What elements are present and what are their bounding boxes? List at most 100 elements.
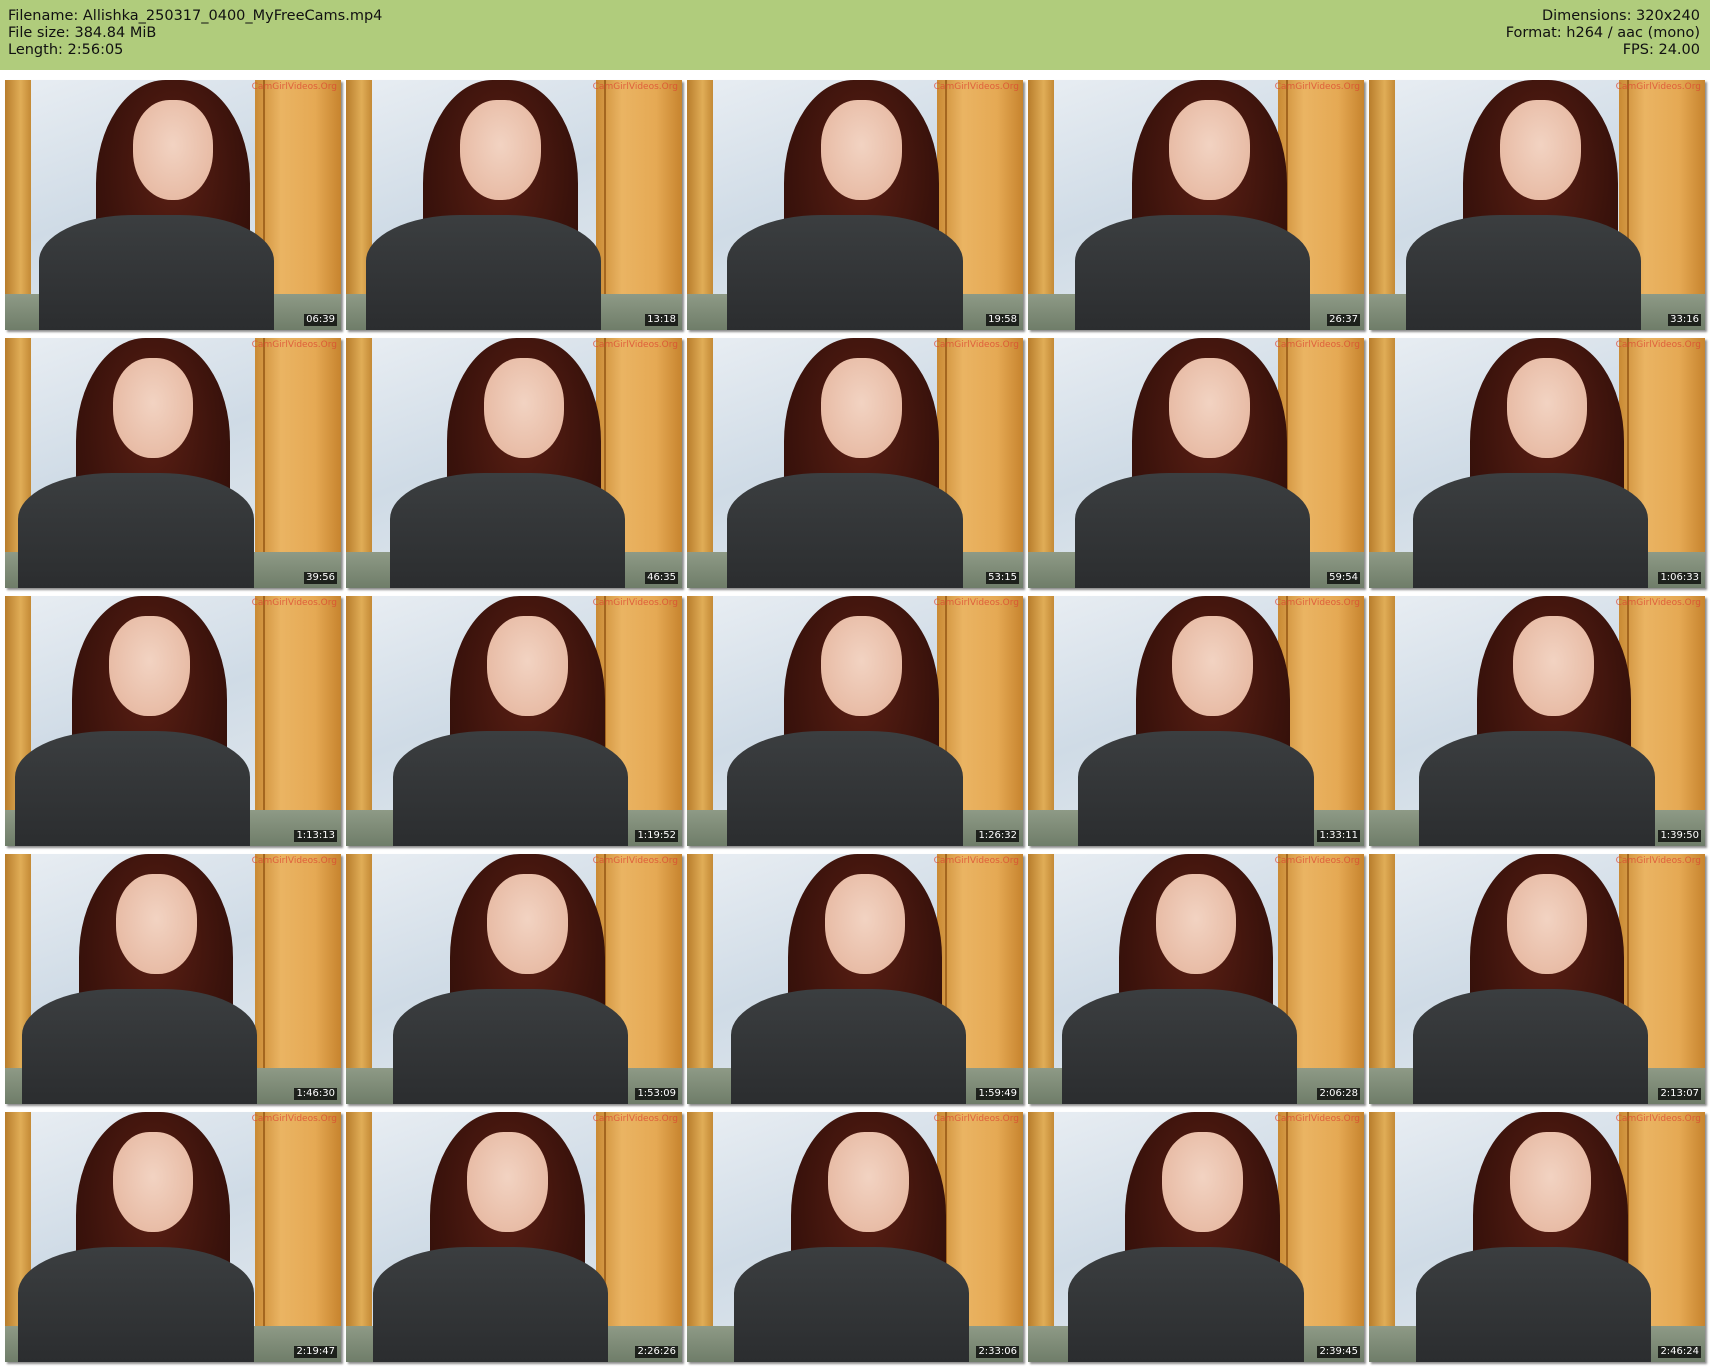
timestamp-label: 06:39 — [304, 314, 337, 326]
door-left — [1369, 854, 1395, 1104]
person-body — [393, 731, 629, 846]
person-face — [824, 874, 906, 974]
watermark-text: CamGirlVideos.Org — [933, 856, 1019, 866]
video-thumbnail: CamGirlVideos.Org 2:26:26 — [346, 1112, 682, 1362]
person-face — [109, 616, 190, 716]
person-face — [112, 358, 194, 458]
door-left — [346, 1112, 372, 1362]
person-body — [730, 989, 966, 1104]
timestamp-label: 59:54 — [1327, 572, 1360, 584]
person-face — [483, 358, 565, 458]
video-thumbnail: CamGirlVideos.Org 1:59:49 — [687, 854, 1023, 1104]
watermark-text: CamGirlVideos.Org — [933, 598, 1019, 608]
format-text: Format: h264 / aac (mono) — [1505, 25, 1700, 41]
person-body — [727, 473, 963, 588]
video-thumbnail: CamGirlVideos.Org 1:13:13 — [5, 596, 341, 846]
timestamp-label: 1:59:49 — [976, 1088, 1019, 1100]
person-body — [1075, 215, 1311, 330]
watermark-text: CamGirlVideos.Org — [1274, 598, 1360, 608]
watermark-text: CamGirlVideos.Org — [1274, 82, 1360, 92]
watermark-text: CamGirlVideos.Org — [933, 340, 1019, 350]
video-thumbnail: CamGirlVideos.Org 13:18 — [346, 80, 682, 330]
timestamp-label: 1:53:09 — [635, 1088, 678, 1100]
watermark-text: CamGirlVideos.Org — [251, 1114, 337, 1124]
person-body — [727, 215, 963, 330]
watermark-text: CamGirlVideos.Org — [251, 598, 337, 608]
thumbnail-grid: CamGirlVideos.Org 06:39 CamGirlVideos.Org 1… — [0, 70, 1710, 1370]
person-face — [460, 100, 541, 200]
person-body — [372, 1247, 609, 1362]
door-left — [1028, 1112, 1054, 1362]
person-face — [828, 1132, 909, 1232]
door-left — [346, 596, 372, 846]
info-header: Filename: Allishka_250317_0400_MyFreeCam… — [0, 0, 1710, 70]
person-body — [1078, 731, 1314, 846]
watermark-text: CamGirlVideos.Org — [592, 82, 678, 92]
timestamp-label: 33:16 — [1668, 314, 1701, 326]
door-left — [1028, 338, 1054, 588]
watermark-text: CamGirlVideos.Org — [1274, 1114, 1360, 1124]
watermark-text: CamGirlVideos.Org — [1615, 1114, 1701, 1124]
video-thumbnail: CamGirlVideos.Org 33:16 — [1369, 80, 1705, 330]
door-left — [1369, 1112, 1395, 1362]
watermark-text: CamGirlVideos.Org — [592, 856, 678, 866]
timestamp-label: 2:26:26 — [635, 1346, 678, 1358]
door-right — [596, 80, 682, 330]
person-body — [1061, 989, 1297, 1104]
video-thumbnail: CamGirlVideos.Org 1:26:32 — [687, 596, 1023, 846]
timestamp-label: 46:35 — [645, 572, 678, 584]
stream-info: Dimensions: 320x240 Format: h264 / aac (… — [1506, 8, 1700, 59]
person-face — [466, 1132, 548, 1232]
person-body — [1416, 1247, 1652, 1362]
door-seam — [263, 596, 265, 846]
person-face — [1513, 616, 1595, 716]
person-body — [21, 989, 257, 1104]
person-body — [1405, 215, 1642, 330]
person-face — [821, 100, 903, 200]
person-body — [1412, 473, 1648, 588]
person-face — [1172, 616, 1254, 716]
timestamp-label: 1:19:52 — [635, 830, 678, 842]
video-thumbnail: CamGirlVideos.Org 39:56 — [5, 338, 341, 588]
video-thumbnail: CamGirlVideos.Org 1:39:50 — [1369, 596, 1705, 846]
person-face — [821, 616, 903, 716]
timestamp-label: 26:37 — [1327, 314, 1360, 326]
person-body — [1412, 989, 1648, 1104]
timestamp-label: 39:56 — [304, 572, 337, 584]
person-face — [112, 1132, 194, 1232]
watermark-text: CamGirlVideos.Org — [1615, 82, 1701, 92]
timestamp-label: 2:13:07 — [1658, 1088, 1701, 1100]
timestamp-label: 1:39:50 — [1658, 830, 1701, 842]
door-right — [255, 596, 341, 846]
door-left — [5, 80, 31, 330]
filesize-text: File size: 384.84 MiB — [8, 25, 157, 41]
door-left — [687, 1112, 713, 1362]
person-face — [132, 100, 214, 200]
watermark-text: CamGirlVideos.Org — [251, 856, 337, 866]
person-face — [1500, 100, 1581, 200]
watermark-text: CamGirlVideos.Org — [1274, 340, 1360, 350]
person-body — [366, 215, 602, 330]
person-body — [18, 1247, 254, 1362]
video-thumbnail: CamGirlVideos.Org 53:15 — [687, 338, 1023, 588]
video-thumbnail: CamGirlVideos.Org 1:19:52 — [346, 596, 682, 846]
timestamp-label: 1:06:33 — [1658, 572, 1701, 584]
door-left — [1028, 854, 1054, 1104]
timestamp-label: 2:39:45 — [1317, 1346, 1360, 1358]
door-left — [1369, 596, 1395, 846]
door-left — [1369, 80, 1395, 330]
video-thumbnail: CamGirlVideos.Org 2:13:07 — [1369, 854, 1705, 1104]
timestamp-label: 1:46:30 — [294, 1088, 337, 1100]
file-info: Filename: Allishka_250317_0400_MyFreeCam… — [8, 8, 382, 59]
video-thumbnail: CamGirlVideos.Org 26:37 — [1028, 80, 1364, 330]
filename-text: Filename: Allishka_250317_0400_MyFreeCam… — [8, 8, 383, 24]
video-thumbnail: CamGirlVideos.Org 2:06:28 — [1028, 854, 1364, 1104]
door-right — [255, 1112, 341, 1362]
watermark-text: CamGirlVideos.Org — [592, 340, 678, 350]
person-face — [487, 874, 568, 974]
fps-text: FPS: 24.00 — [1622, 42, 1700, 58]
person-face — [1506, 358, 1588, 458]
timestamp-label: 1:26:32 — [976, 830, 1019, 842]
timestamp-label: 13:18 — [645, 314, 678, 326]
video-thumbnail: CamGirlVideos.Org 1:53:09 — [346, 854, 682, 1104]
